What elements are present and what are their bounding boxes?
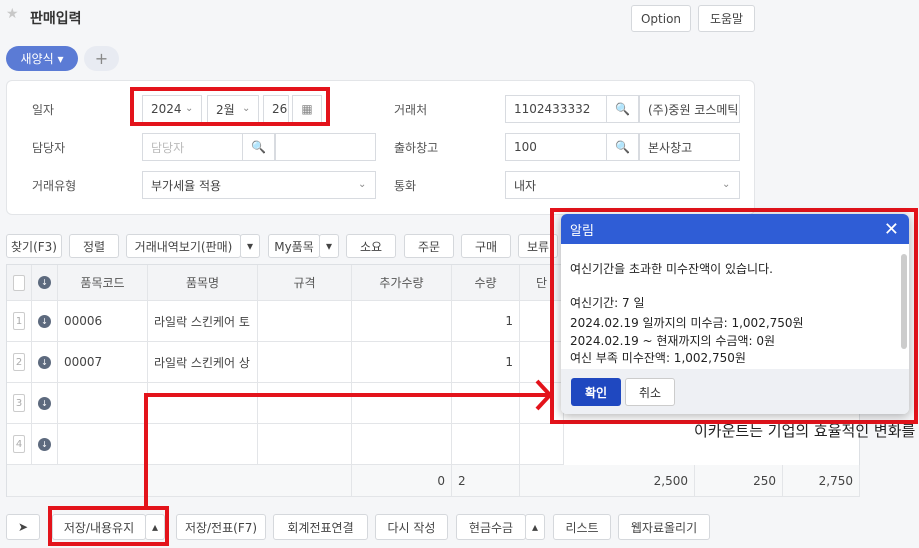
dialog-message-line: 여신기간: 7 일 (570, 296, 645, 310)
alert-dialog: 알림 ✕ 여신기간을 초과한 미수잔액이 있습니다. 여신기간: 7 일 202… (561, 214, 909, 414)
dialog-header: 알림 (561, 214, 909, 244)
dialog-scrollbar[interactable] (901, 254, 907, 349)
cancel-button[interactable]: 취소 (625, 378, 675, 406)
dialog-message-line: 여신 부족 미수잔액: 1,002,750원 (570, 351, 746, 365)
dialog-title: 알림 (570, 223, 594, 239)
dialog-message-line: 2024.02.19 ~ 현재까지의 수금액: 0원 (570, 334, 776, 348)
close-icon[interactable]: ✕ (884, 219, 899, 240)
confirm-button[interactable]: 확인 (571, 378, 621, 406)
dialog-footer: 확인 취소 (561, 369, 909, 414)
dialog-message-line: 2024.02.19 일까지의 미수금: 1,002,750원 (570, 316, 804, 330)
dialog-message-line: 여신기간을 초과한 미수잔액이 있습니다. (570, 262, 773, 276)
